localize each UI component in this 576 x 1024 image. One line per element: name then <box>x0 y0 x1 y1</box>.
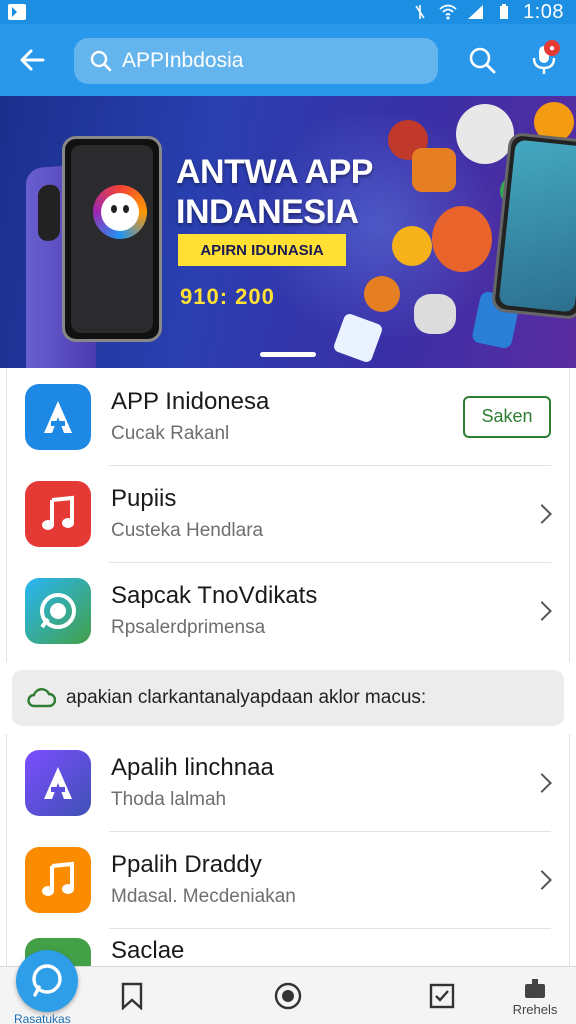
search-button[interactable] <box>462 40 502 80</box>
item-title: Sapcak TnoVdikats <box>111 581 318 609</box>
list-item[interactable]: APP Inidonesa Cucak Rakanl Saken <box>7 368 569 465</box>
notice-text: apakian clarkantanalyapdaan aklor macus: <box>66 687 427 708</box>
character-icon <box>412 148 456 192</box>
search-bar[interactable] <box>74 38 438 84</box>
back-arrow-icon <box>20 49 45 71</box>
target-icon <box>274 982 302 1010</box>
list-item[interactable]: Apalih linchnaa Thoda lalmah <box>7 734 569 831</box>
search-icon <box>90 50 112 72</box>
info-notice[interactable]: apakian clarkantanalyapdaan aklor macus: <box>12 670 564 726</box>
banner-number: 910: 200 <box>180 284 275 309</box>
chevron-right-icon <box>532 600 552 621</box>
mascot-logo-icon <box>93 185 147 239</box>
nav-tasks[interactable] <box>414 967 470 1024</box>
item-subtitle: Mdasal. Mecdeniakan <box>111 885 296 907</box>
app-bar: ● <box>0 24 576 96</box>
notification-badge: ● <box>544 40 560 56</box>
list-card-bottom: Apalih linchnaa Thoda lalmah Ppalih Drad… <box>6 734 570 1004</box>
chat-icon <box>32 964 62 997</box>
status-bar: 1:08 <box>0 0 576 24</box>
item-title: Saclae <box>111 937 185 964</box>
banner-chip: APIRN IDUNASIA <box>178 234 346 266</box>
item-subtitle: Rpsalerdprimensa <box>111 616 266 638</box>
search-icon <box>469 47 496 74</box>
character-icon <box>392 226 432 266</box>
promo-banner[interactable]: ANTWA APP INDANESIA APIRN IDUNASIA 910: … <box>0 96 576 368</box>
app-a-icon <box>25 383 91 450</box>
item-title: Pupiis <box>111 484 177 512</box>
music-note-icon <box>25 846 91 913</box>
list-item[interactable]: Pupiis Custeka Hendlara <box>7 465 569 562</box>
banner-page-indicator <box>260 352 316 357</box>
chat-sync-icon <box>25 577 91 644</box>
chevron-right-icon <box>532 772 552 793</box>
wifi-icon <box>439 4 457 20</box>
nav-bookmark[interactable] <box>104 967 160 1024</box>
character-icon <box>432 206 492 272</box>
app-a-icon <box>25 749 91 816</box>
banner-title: ANTWA APP INDANESIA <box>176 153 373 231</box>
voice-search-button[interactable]: ● <box>522 38 566 82</box>
list-item[interactable]: Sapcak TnoVdikats Rpsalerdprimensa <box>7 562 569 659</box>
signal-icon <box>468 5 484 19</box>
item-title: Apalih linchnaa <box>111 753 274 781</box>
chat-fab-button[interactable] <box>16 950 78 1012</box>
cloud-icon <box>27 688 56 708</box>
phone-front-image <box>62 136 162 342</box>
vibrate-icon <box>415 5 425 19</box>
chevron-right-icon <box>532 869 552 890</box>
nav-home[interactable] <box>260 967 316 1024</box>
music-note-icon <box>25 480 91 547</box>
item-subtitle: Thoda lalmah <box>111 788 227 810</box>
nav-label: Rrehels <box>512 1001 558 1017</box>
back-button[interactable] <box>0 24 64 96</box>
list-card-top: APP Inidonesa Cucak Rakanl Saken Pupiis … <box>6 368 570 662</box>
item-action-button[interactable]: Saken <box>463 395 551 438</box>
list-item[interactable]: Ppalih Draddy Mdasal. Mecdeniakan <box>7 831 569 928</box>
checkbox-icon <box>429 983 455 1009</box>
character-icon <box>364 276 400 312</box>
battery-icon <box>500 4 509 19</box>
status-time: 1:08 <box>523 0 564 23</box>
chevron-right-icon <box>532 503 552 524</box>
search-input[interactable] <box>122 49 422 73</box>
item-subtitle: Custeka Hendlara <box>111 519 264 541</box>
character-icon <box>456 104 514 164</box>
item-title: APP Inidonesa <box>111 387 270 415</box>
fab-label: Rasatukas <box>14 1012 71 1024</box>
bookmark-icon <box>121 982 143 1010</box>
nav-more[interactable]: Rrehels <box>500 967 570 1024</box>
item-subtitle: Cucak Rakanl <box>111 422 230 444</box>
briefcase-icon <box>525 978 545 998</box>
list-item[interactable]: Saclae <box>7 928 569 1004</box>
character-icon <box>414 294 456 334</box>
bottom-navigation: Rrehels <box>0 966 576 1024</box>
notification-app-icon <box>8 4 26 20</box>
item-title: Ppalih Draddy <box>111 850 262 878</box>
